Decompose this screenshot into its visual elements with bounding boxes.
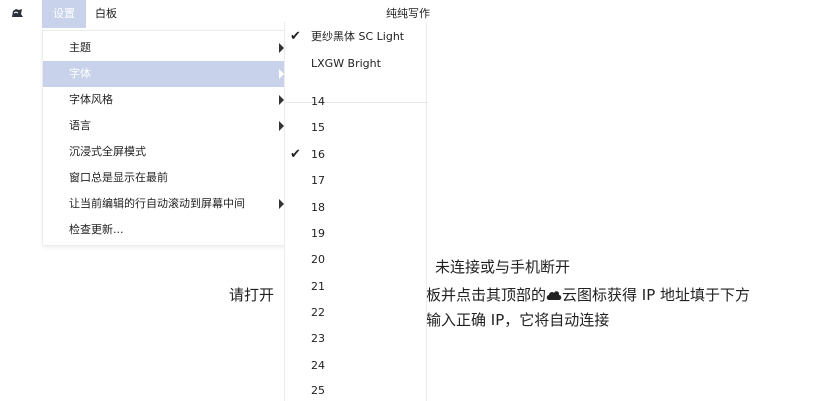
menu-item-check-updates[interactable]: 检查更新... [43, 217, 289, 243]
instruction-line1: 板并点击其顶部的 云图标获得 IP 地址填于下方 [426, 284, 750, 305]
connection-status: 未连接或与手机断开 [435, 258, 571, 276]
menu-whiteboard[interactable]: 白板 [86, 0, 126, 28]
size-option-21[interactable]: 21 [285, 274, 428, 300]
check-icon: ✔ [290, 29, 301, 44]
size-label: 17 [311, 174, 325, 187]
settings-menu: 主题 字体 字体风格 语言 沉浸式全屏模式 窗口总是显示在最前 让当前编辑的行自… [42, 30, 289, 246]
app-window: 设置 白板 纯纯写作 未连接或与手机断开 请打开 板并点击其顶部的 云图标获得 I… [0, 0, 816, 401]
font-option-lxgw[interactable]: LXGW Bright [285, 51, 428, 77]
size-label: 15 [311, 121, 325, 134]
size-label: 20 [311, 253, 325, 266]
size-label: 21 [311, 280, 325, 293]
size-label: 22 [311, 306, 325, 319]
size-label: 19 [311, 227, 325, 240]
menu-item-typewriter-scroll[interactable]: 让当前编辑的行自动滚动到屏幕中间 [43, 191, 289, 217]
font-option-label: 更纱黑体 SC Light [311, 30, 405, 43]
size-option-15[interactable]: 15 [285, 115, 428, 141]
cloud-icon [546, 291, 562, 300]
size-option-20[interactable]: 20 [285, 247, 428, 273]
menu-item-always-on-top[interactable]: 窗口总是显示在最前 [43, 165, 289, 191]
app-logo-icon[interactable] [10, 7, 24, 19]
size-label: 16 [311, 148, 325, 161]
menu-item-language[interactable]: 语言 [43, 113, 289, 139]
menu-settings[interactable]: 设置 [42, 0, 86, 28]
menu-item-label: 语言 [69, 119, 91, 132]
size-option-22[interactable]: 22 [285, 300, 428, 326]
size-option-23[interactable]: 23 [285, 326, 428, 352]
font-option-label: LXGW Bright [311, 57, 381, 70]
size-option-16[interactable]: ✔ 16 [285, 142, 428, 168]
menu-item-label: 主题 [69, 41, 91, 54]
menu-item-label: 字体 [69, 67, 91, 80]
menu-item-label: 沉浸式全屏模式 [69, 145, 146, 158]
font-submenu: ✔ 更纱黑体 SC Light LXGW Bright 14 15 ✔ 16 1… [284, 22, 428, 401]
size-label: 18 [311, 201, 325, 214]
menu-item-label: 字体风格 [69, 93, 113, 106]
menu-item-label: 窗口总是显示在最前 [69, 171, 168, 184]
size-option-18[interactable]: 18 [285, 195, 428, 221]
instruction-part-b: 云图标获得 IP 地址填于下方 [562, 286, 751, 304]
size-option-24[interactable]: 24 [285, 353, 428, 379]
check-icon: ✔ [290, 147, 301, 162]
size-option-17[interactable]: 17 [285, 168, 428, 194]
font-option-sarasa[interactable]: ✔ 更纱黑体 SC Light [285, 24, 428, 50]
menu-item-fullscreen[interactable]: 沉浸式全屏模式 [43, 139, 289, 165]
menu-item-label: 让当前编辑的行自动滚动到屏幕中间 [69, 197, 245, 210]
menu-item-font-style[interactable]: 字体风格 [43, 87, 289, 113]
size-label: 23 [311, 332, 325, 345]
menu-item-label: 检查更新... [69, 223, 124, 236]
size-label: 14 [311, 95, 325, 108]
size-option-14[interactable]: 14 [285, 89, 428, 115]
size-label: 25 [311, 384, 325, 397]
instruction-part-a: 板并点击其顶部的 [426, 286, 547, 304]
size-option-25[interactable]: 25 [285, 378, 428, 401]
instruction-left: 请打开 [229, 286, 275, 304]
size-label: 24 [311, 359, 325, 372]
instruction-line2: 输入正确 IP，它将自动连接 [426, 311, 610, 329]
size-option-19[interactable]: 19 [285, 221, 428, 247]
menu-item-font[interactable]: 字体 [43, 61, 289, 87]
menu-item-theme[interactable]: 主题 [43, 35, 289, 61]
